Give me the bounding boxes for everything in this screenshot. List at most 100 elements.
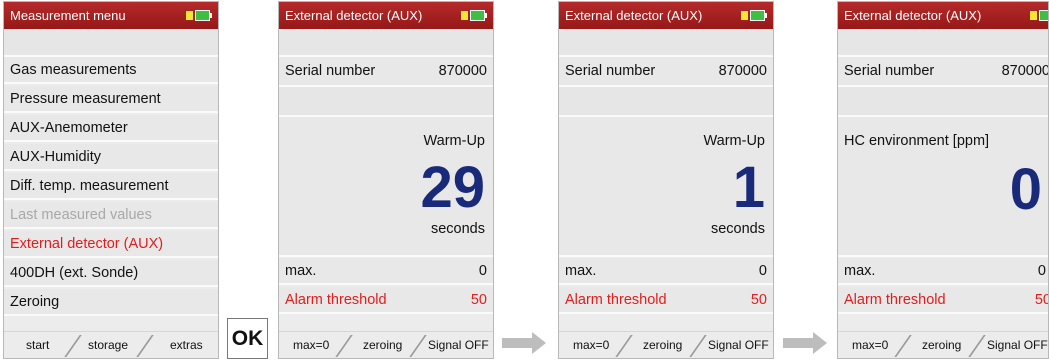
serial-number-label: Serial number bbox=[285, 63, 376, 79]
measurement-panel: Warm-Up 29 seconds bbox=[279, 117, 493, 257]
softkey-bar: max=0 zeroing Signal OFF bbox=[279, 331, 493, 358]
title-bar: Measurement menu bbox=[4, 2, 218, 29]
status-label: Warm-Up bbox=[703, 133, 765, 149]
serial-number-label: Serial number bbox=[565, 63, 656, 79]
max-label: max. bbox=[844, 263, 876, 279]
softkey-divider bbox=[335, 335, 353, 357]
menu-item-label: Last measured values bbox=[10, 207, 152, 223]
softkey-zeroing[interactable]: zeroing bbox=[922, 338, 961, 352]
menu-item-diff-temp[interactable]: Diff. temp. measurement bbox=[4, 173, 218, 200]
blank-row bbox=[279, 87, 493, 117]
title-bar: External detector (AUX) bbox=[279, 2, 493, 29]
softkey-signal-off[interactable]: Signal OFF bbox=[428, 338, 489, 352]
blank-row bbox=[4, 29, 218, 57]
blank-row bbox=[559, 29, 773, 57]
status-label: Warm-Up bbox=[423, 133, 485, 149]
menu-item-label: External detector (AUX) bbox=[10, 236, 164, 252]
alarm-threshold-value: 50 bbox=[1034, 292, 1048, 308]
battery-icon bbox=[741, 10, 767, 21]
softkey-bar: start storage extras bbox=[4, 331, 218, 358]
softkey-divider bbox=[136, 335, 154, 357]
alarm-threshold-value: 50 bbox=[750, 292, 767, 308]
softkey-divider bbox=[409, 335, 427, 357]
measurement-panel: HC environment [ppm] 0 bbox=[838, 117, 1048, 257]
blank-row bbox=[279, 29, 493, 57]
max-label: max. bbox=[565, 263, 597, 279]
menu-item-label: Diff. temp. measurement bbox=[10, 178, 169, 194]
menu-item-400dh[interactable]: 400DH (ext. Sonde) bbox=[4, 260, 218, 287]
battery-icon bbox=[1030, 10, 1048, 21]
menu-item-gas-measurements[interactable]: Gas measurements bbox=[4, 57, 218, 84]
alarm-threshold-row: Alarm threshold 50 bbox=[838, 287, 1048, 314]
alarm-threshold-label: Alarm threshold bbox=[285, 292, 387, 308]
hc-environment-label: HC environment [ppm] bbox=[844, 133, 990, 149]
title-bar: External detector (AUX) bbox=[838, 2, 1048, 29]
alarm-threshold-value: 50 bbox=[470, 292, 487, 308]
max-row: max. 0 bbox=[279, 258, 493, 285]
max-value: 0 bbox=[1037, 263, 1046, 279]
serial-number-row: Serial number 870000 bbox=[838, 57, 1048, 87]
max-value: 0 bbox=[758, 263, 767, 279]
softkey-extras[interactable]: extras bbox=[170, 338, 203, 352]
hc-environment-value: 0 bbox=[1009, 157, 1042, 222]
battery-icon bbox=[186, 10, 212, 21]
max-row: max. 0 bbox=[559, 258, 773, 285]
serial-number-row: Serial number 870000 bbox=[279, 57, 493, 87]
menu-item-external-detector[interactable]: External detector (AUX) bbox=[4, 231, 218, 258]
menu-item-label: Pressure measurement bbox=[10, 91, 161, 107]
softkey-divider bbox=[615, 335, 633, 357]
screen-title: External detector (AUX) bbox=[285, 8, 423, 23]
screen-title: Measurement menu bbox=[10, 8, 126, 23]
arrow-right-icon bbox=[783, 332, 827, 354]
title-bar: External detector (AUX) bbox=[559, 2, 773, 29]
softkey-divider bbox=[894, 335, 912, 357]
menu-item-label: AUX-Anemometer bbox=[10, 120, 128, 136]
blank-row bbox=[838, 87, 1048, 117]
serial-number-row: Serial number 870000 bbox=[559, 57, 773, 87]
menu-item-label: Zeroing bbox=[10, 294, 60, 310]
softkey-divider bbox=[968, 335, 986, 357]
detector-screen-warmup-29: External detector (AUX) Serial number 87… bbox=[278, 1, 494, 359]
softkey-storage[interactable]: storage bbox=[88, 338, 128, 352]
alarm-threshold-label: Alarm threshold bbox=[565, 292, 667, 308]
ok-button[interactable]: OK bbox=[227, 318, 268, 359]
menu-item-last-measured-values: Last measured values bbox=[4, 202, 218, 229]
softkey-bar: max=0 zeroing Signal OFF bbox=[559, 331, 773, 358]
serial-number-label: Serial number bbox=[844, 63, 935, 79]
alarm-threshold-row: Alarm threshold 50 bbox=[279, 287, 493, 314]
detector-screen-warmup-1: External detector (AUX) Serial number 87… bbox=[558, 1, 774, 359]
unit-label: seconds bbox=[430, 221, 485, 237]
unit-label: seconds bbox=[710, 221, 765, 237]
softkey-start[interactable]: start bbox=[26, 338, 49, 352]
serial-number-value: 870000 bbox=[438, 63, 487, 79]
menu-item-label: 400DH (ext. Sonde) bbox=[10, 265, 139, 281]
countdown-value: 1 bbox=[732, 155, 765, 220]
menu-item-label: AUX-Humidity bbox=[10, 149, 102, 165]
max-label: max. bbox=[285, 263, 317, 279]
battery-icon bbox=[461, 10, 487, 21]
alarm-threshold-label: Alarm threshold bbox=[844, 292, 946, 308]
menu-item-aux-humidity[interactable]: AUX-Humidity bbox=[4, 144, 218, 171]
detector-screen-hc-environment: External detector (AUX) Serial number 87… bbox=[837, 1, 1049, 359]
arrow-right-icon bbox=[502, 332, 546, 354]
countdown-value: 29 bbox=[420, 155, 485, 220]
softkey-zeroing[interactable]: zeroing bbox=[363, 338, 402, 352]
softkey-divider bbox=[64, 335, 82, 357]
max-row: max. 0 bbox=[838, 258, 1048, 285]
softkey-signal-off[interactable]: Signal OFF bbox=[987, 338, 1048, 352]
screen-title: External detector (AUX) bbox=[844, 8, 982, 23]
softkey-max-reset[interactable]: max=0 bbox=[573, 338, 609, 352]
menu-item-label: Gas measurements bbox=[10, 62, 137, 78]
softkey-max-reset[interactable]: max=0 bbox=[852, 338, 888, 352]
serial-number-value: 870000 bbox=[718, 63, 767, 79]
softkey-divider bbox=[689, 335, 707, 357]
blank-row bbox=[838, 29, 1048, 57]
max-value: 0 bbox=[478, 263, 487, 279]
menu-item-aux-anemometer[interactable]: AUX-Anemometer bbox=[4, 115, 218, 142]
menu-item-zeroing[interactable]: Zeroing bbox=[4, 289, 218, 316]
softkey-max-reset[interactable]: max=0 bbox=[293, 338, 329, 352]
alarm-threshold-row: Alarm threshold 50 bbox=[559, 287, 773, 314]
softkey-signal-off[interactable]: Signal OFF bbox=[708, 338, 769, 352]
menu-item-pressure-measurement[interactable]: Pressure measurement bbox=[4, 86, 218, 113]
softkey-zeroing[interactable]: zeroing bbox=[643, 338, 682, 352]
